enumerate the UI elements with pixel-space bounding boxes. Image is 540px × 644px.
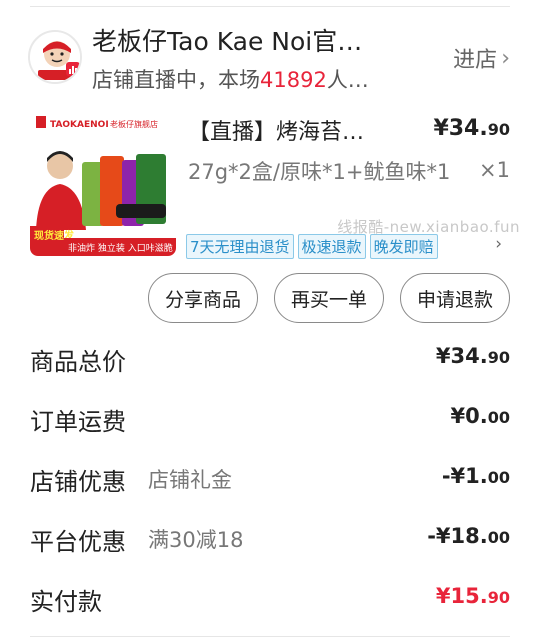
paid-label: 实付款	[30, 588, 102, 616]
price-summary: 商品总价 ¥34.90 订单运费 ¥0.00 店铺优惠 店铺礼金 -¥1.00 …	[30, 328, 510, 628]
total-value: ¥34.90	[435, 344, 510, 368]
live-viewer-count: 41892	[260, 68, 327, 92]
shop-name[interactable]: 老板仔Tao Kae Noi官…	[92, 22, 412, 58]
shop-header[interactable]: 老板仔Tao Kae Noi官… 店铺直播中，本场41892人… 进店 ›	[28, 18, 510, 98]
top-divider	[30, 6, 510, 7]
summary-row-paid: 实付款 ¥15.90	[30, 568, 510, 628]
product-spec: 27g*2盒/原味*1+鱿鱼味*1	[188, 160, 451, 184]
shop-live-status[interactable]: 店铺直播中，本场41892人…	[92, 64, 412, 94]
thumb-brand-cn: 老板仔旗舰店	[110, 119, 158, 129]
total-label: 商品总价	[30, 348, 126, 376]
tag-late-delivery[interactable]: 晚发即赔	[369, 234, 438, 259]
shipping-label: 订单运费	[30, 408, 126, 436]
shipping-value: ¥0.00	[450, 404, 510, 428]
summary-row-platform-discount: 平台优惠 满30减18 -¥18.00	[30, 508, 510, 568]
store-discount-value: -¥1.00	[441, 464, 510, 488]
tags-chevron-right-icon[interactable]: ›	[495, 234, 502, 254]
bottom-divider	[30, 636, 510, 637]
platform-discount-value: -¥18.00	[427, 524, 510, 548]
platform-discount-label: 平台优惠	[30, 528, 126, 556]
summary-row-store-discount: 店铺优惠 店铺礼金 -¥1.00	[30, 448, 510, 508]
enter-store-label: 进店	[453, 48, 498, 73]
product-price: ¥34.90	[433, 116, 510, 141]
chevron-right-icon: ›	[501, 45, 510, 71]
platform-discount-detail: 满30减18	[148, 528, 244, 552]
price-currency: ¥	[433, 116, 449, 141]
store-discount-detail: 店铺礼金	[148, 468, 232, 492]
live-suffix: 人…	[326, 68, 369, 92]
product-image: TAOKAENOI 老板仔旗舰店 现货速发 非油炸 独立装 入口咔滋脆	[30, 110, 176, 256]
service-tags[interactable]: 7天无理由退货 极速退款 晚发即赔	[186, 234, 438, 259]
buy-again-button[interactable]: 再买一单	[273, 273, 384, 323]
paid-value: ¥15.90	[435, 584, 510, 608]
tag-fast-refund[interactable]: 极速退款	[297, 234, 366, 259]
store-discount-label: 店铺优惠	[30, 468, 126, 496]
order-actions: 分享商品 再买一单 申请退款	[147, 273, 510, 323]
product-quantity: ×1	[479, 158, 510, 182]
product-thumbnail[interactable]: TAOKAENOI 老板仔旗舰店 现货速发 非油炸 独立装 入口咔滋脆	[30, 110, 176, 256]
product-title[interactable]: 【直播】烤海苔…	[188, 114, 418, 146]
product-item[interactable]: TAOKAENOI 老板仔旗舰店 现货速发 非油炸 独立装 入口咔滋脆 【直播】…	[30, 108, 520, 259]
enter-store-button[interactable]: 进店 ›	[453, 42, 510, 74]
tag-7day-return[interactable]: 7天无理由退货	[186, 234, 294, 259]
thumb-footer: 非油炸 独立装 入口咔滋脆	[68, 242, 173, 254]
live-prefix: 店铺直播中，本场	[92, 68, 260, 92]
thumb-brand: TAOKAENOI	[50, 120, 109, 130]
shop-logo[interactable]	[28, 30, 82, 84]
summary-row-shipping: 订单运费 ¥0.00	[30, 388, 510, 448]
share-product-button[interactable]: 分享商品	[147, 273, 258, 323]
request-refund-button[interactable]: 申请退款	[399, 273, 510, 323]
shop-logo-icon	[30, 32, 80, 82]
summary-row-total: 商品总价 ¥34.90	[30, 328, 510, 388]
price-dec: 90	[487, 120, 510, 139]
price-int: 34.	[448, 116, 488, 141]
